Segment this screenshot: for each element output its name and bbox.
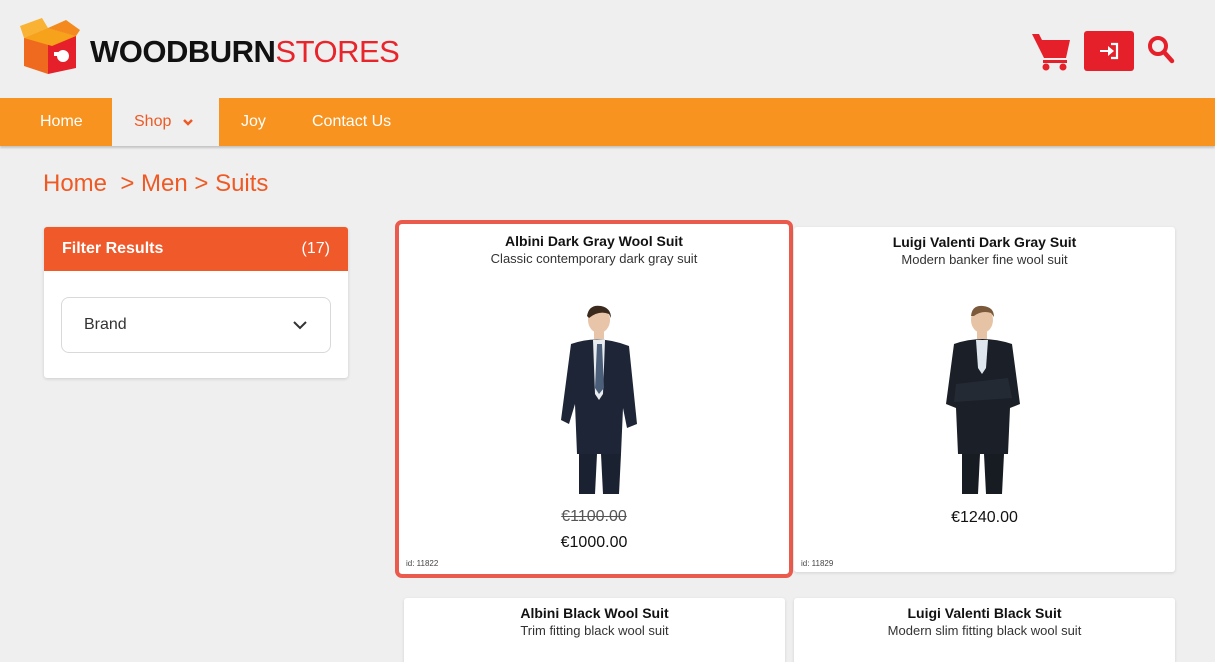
main-nav: Home Shop Joy Contact Us [0,98,1215,146]
search-button[interactable] [1146,34,1176,66]
nav-item-joy[interactable]: Joy [241,98,266,146]
brand-name-light: STORES [275,33,400,69]
brand-name-bold: WOODBURN [90,33,276,69]
nav-item-home[interactable]: Home [40,98,83,146]
product-card[interactable]: Luigi Valenti Dark Gray Suit Modern bank… [794,227,1175,572]
filter-title: Filter Results [62,240,164,257]
product-id: id: 11829 [801,559,834,568]
login-button[interactable] [1084,31,1134,71]
search-icon [1148,36,1175,64]
product-card[interactable]: Luigi Valenti Black Suit Modern slim fit… [794,598,1175,662]
product-title: Albini Black Wool Suit [520,605,669,621]
site-header: WOODBURNSTORES [0,0,1215,98]
brand-dropdown-label: Brand [84,316,127,333]
product-card[interactable]: Albini Black Wool Suit Trim fitting blac… [404,598,785,662]
product-subtitle: Modern slim fitting black wool suit [887,623,1082,638]
cart-button[interactable] [1030,30,1072,72]
filter-count: (17) [301,240,330,257]
product-subtitle: Trim fitting black wool suit [520,623,669,638]
filter-panel: Filter Results (17) Brand [44,227,348,378]
product-id: id: 11822 [406,559,439,568]
filter-header: Filter Results (17) [44,227,348,271]
brand-name: WOODBURNSTORES [90,33,400,69]
product-price: €1000.00 [560,534,628,551]
product-price: €1240.00 [951,509,1018,526]
product-subtitle: Classic contemporary dark gray suit [490,251,698,266]
nav-item-shop[interactable]: Shop [112,98,219,146]
box-logo-icon [20,18,80,74]
site-logo[interactable]: WOODBURNSTORES [14,16,400,86]
sign-in-icon [1100,42,1119,60]
nav-item-contact[interactable]: Contact Us [312,98,391,146]
chevron-down-icon [293,321,307,330]
product-title: Luigi Valenti Dark Gray Suit [892,234,1077,250]
product-title: Albini Dark Gray Wool Suit [505,233,683,249]
shopping-cart-icon [1032,34,1070,71]
nav-item-shop-label: Shop [134,113,172,130]
product-old-price: €1100.00 [561,508,627,525]
product-image [946,305,1020,494]
chevron-down-icon [182,118,193,126]
product-subtitle: Modern banker fine wool suit [901,252,1068,267]
product-image [561,305,637,494]
product-card[interactable]: Albini Dark Gray Wool Suit Classic conte… [395,220,793,578]
product-title: Luigi Valenti Black Suit [907,605,1062,621]
brand-dropdown[interactable]: Brand [61,297,331,353]
breadcrumb[interactable]: Home > Men > Suits [43,170,268,198]
